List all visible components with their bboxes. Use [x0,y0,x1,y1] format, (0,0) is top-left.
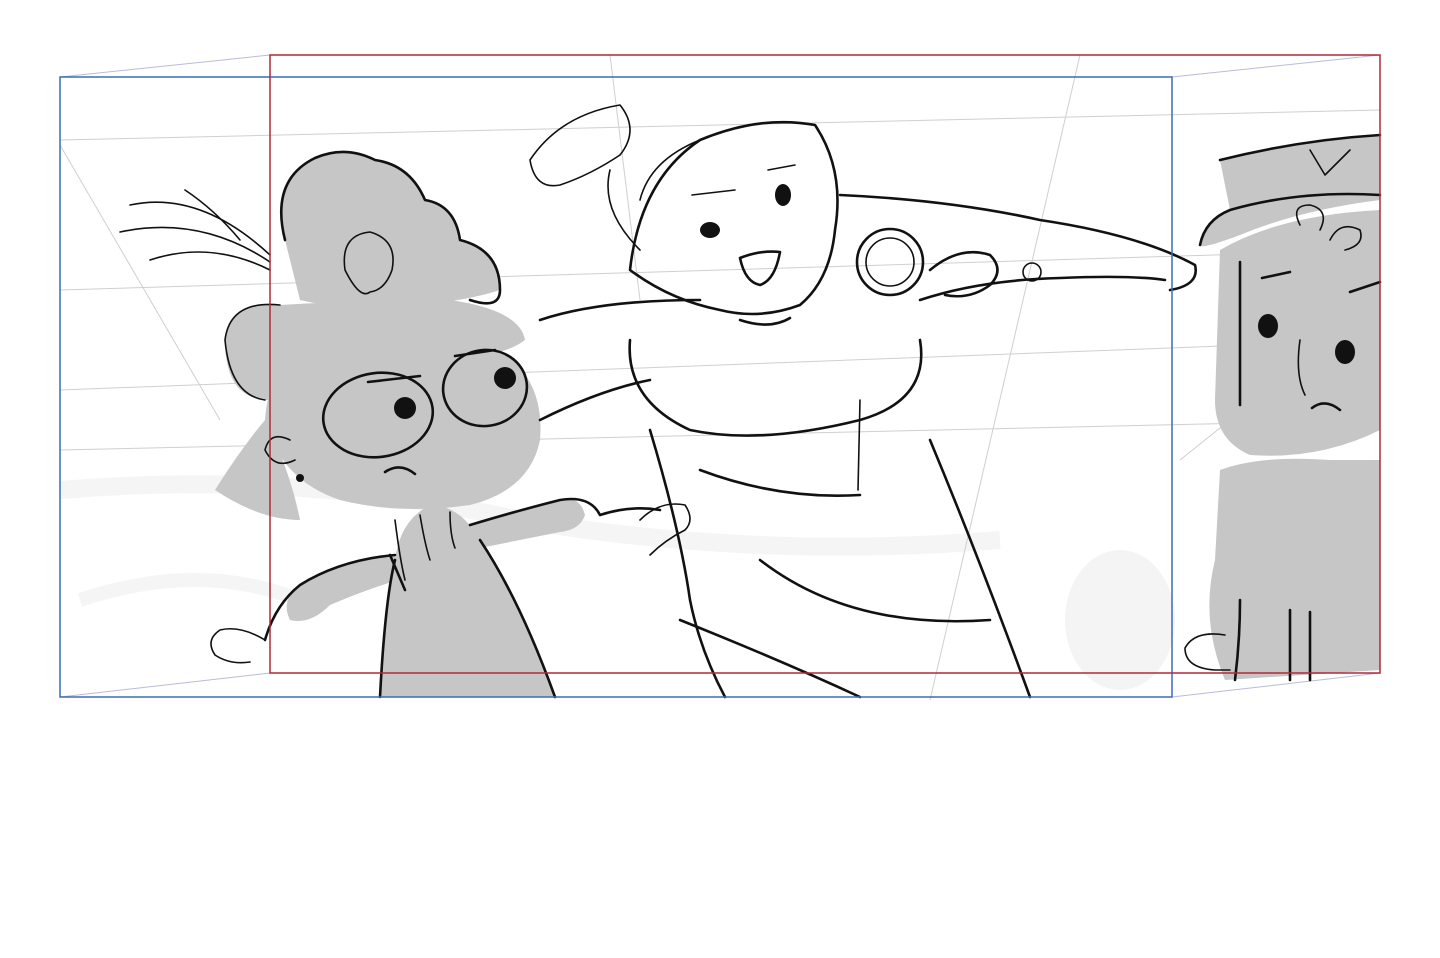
left-hat-crown [281,151,500,308]
right-body [1209,458,1380,680]
grid-line [59,109,1381,141]
left-eye-left [394,397,416,419]
left-character [210,150,691,699]
center-collar [738,316,792,326]
center-arm-extended [538,298,702,422]
center-eye-left [700,222,720,238]
center-eyebrow-left [691,189,736,196]
left-hand-left [210,627,266,664]
microphone-icon [855,227,925,297]
center-skirt-left [648,428,727,699]
connector-bottom-left [59,672,271,698]
center-hair-strands [607,139,701,251]
center-torso [628,338,923,437]
connector-top-right [1171,54,1381,78]
microphone-grille [865,237,915,287]
grid-line [929,54,1081,701]
center-eyebrow-right [767,164,796,171]
center-leg-right [928,438,1032,699]
right-eye-left [1258,314,1278,338]
center-arm-upper [838,193,1197,292]
smudge-blob [1065,550,1175,690]
right-eye-right [1335,340,1355,364]
grid-line [59,144,221,421]
left-eye-right [494,367,516,389]
left-earring [296,474,304,482]
storyboard-panel [59,54,1382,701]
grid-line [59,249,1381,291]
center-head [628,120,839,316]
grid-line [609,54,641,301]
connector-top-left [59,54,271,78]
feather-stroke [149,251,271,271]
center-eye-right [775,184,791,206]
blue-camera-frame [59,76,1173,698]
center-hair-bun [529,104,631,187]
center-fold [857,399,861,491]
feather-stroke [119,226,271,263]
background-smudges [59,475,1175,690]
smudge-stroke [77,573,303,607]
right-character [1184,133,1382,682]
